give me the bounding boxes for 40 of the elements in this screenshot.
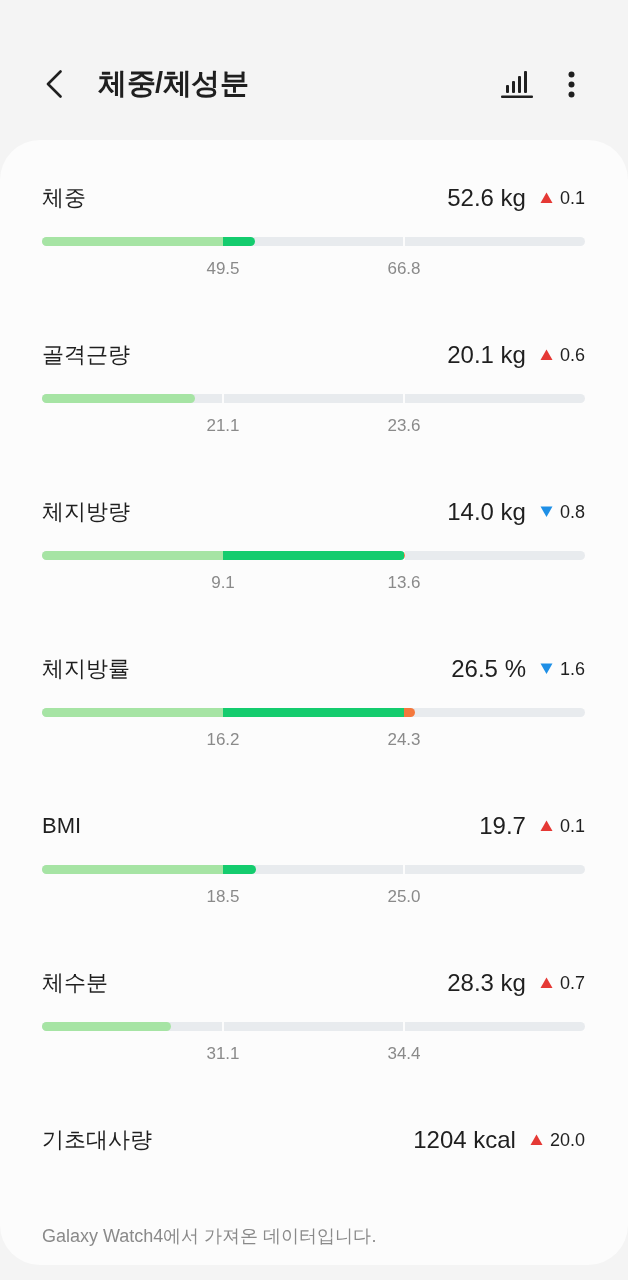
metric-value: 20.1 kg <box>447 341 526 369</box>
metric-label: 체중 <box>42 184 87 212</box>
bar-chart-icon <box>501 70 533 98</box>
metric-value: 19.7 <box>479 812 526 840</box>
more-icon <box>567 70 575 98</box>
range-tick-label: 21.1 <box>205 416 241 436</box>
range-tick-label: 49.5 <box>205 259 241 279</box>
metric-value: 1204 kcal <box>413 1126 516 1154</box>
metric-value: 28.3 kg <box>447 969 526 997</box>
source-note: Galaxy Watch4에서 가져온 데이터입니다. <box>42 1225 378 1248</box>
range-tick-label: 18.5 <box>205 887 241 907</box>
range-tick-label: 31.1 <box>205 1044 241 1064</box>
change-value: 0.7 <box>559 972 585 994</box>
metric-label: 체지방률 <box>42 655 131 683</box>
change-value: 0.1 <box>559 815 585 837</box>
change-value: 1.6 <box>559 658 585 680</box>
range-tick-label: 34.4 <box>386 1044 422 1064</box>
metric-label: 체수분 <box>42 969 109 997</box>
metric-label: 체지방량 <box>42 498 131 526</box>
change-value: 0.1 <box>559 187 585 209</box>
page-title: 체중/체성분 <box>98 66 250 101</box>
metric-label: 골격근량 <box>42 341 131 369</box>
range-tick-label: 16.2 <box>205 730 241 750</box>
chart-button[interactable] <box>501 69 533 99</box>
range-tick-label: 23.6 <box>386 416 422 436</box>
metric-value: 26.5 % <box>451 655 526 683</box>
metric-label: BMI <box>42 813 83 839</box>
range-tick-label: 25.0 <box>386 887 422 907</box>
more-button[interactable] <box>567 69 575 99</box>
range-tick-label: 9.1 <box>210 573 236 593</box>
metric-label: 기초대사량 <box>42 1126 153 1154</box>
change-value: 0.8 <box>559 501 585 523</box>
back-icon <box>46 70 62 98</box>
range-tick-label: 24.3 <box>386 730 422 750</box>
metric-value: 52.6 kg <box>447 184 526 212</box>
change-value: 0.6 <box>559 344 585 366</box>
range-tick-label: 13.6 <box>386 573 422 593</box>
change-value: 20.0 <box>549 1129 585 1151</box>
range-tick-label: 66.8 <box>386 259 422 279</box>
metric-value: 14.0 kg <box>447 498 526 526</box>
